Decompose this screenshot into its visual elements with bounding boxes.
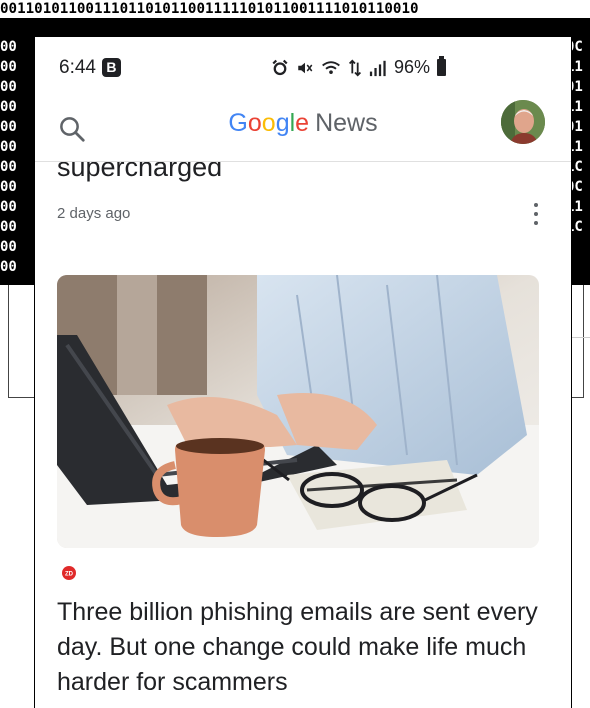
brand-letter: o xyxy=(261,109,276,137)
mute-icon xyxy=(298,62,313,73)
data-icon xyxy=(348,59,362,76)
brand-letter: e xyxy=(295,109,310,137)
battery-percent: 96% xyxy=(394,57,431,77)
more-options-icon[interactable] xyxy=(525,201,547,227)
brand-letter: o xyxy=(247,109,262,137)
phone-screen: 6:44 B 96% Google News supercharged 2 da… xyxy=(34,37,572,708)
status-bar: 6:44 B 96% xyxy=(35,37,571,97)
alarm-icon xyxy=(272,59,288,75)
binary-top-row: 0011010110011101101011001111101011001111… xyxy=(0,0,590,18)
zdnet-logo: ZD xyxy=(62,566,76,580)
article-photo xyxy=(57,275,539,548)
previous-article-timestamp: 2 days ago xyxy=(57,205,131,222)
brand-letter: G xyxy=(228,109,248,137)
clock: 6:44 xyxy=(59,57,96,78)
battery-icon xyxy=(437,56,447,76)
brand-letter: g xyxy=(275,109,290,137)
news-feed: supercharged 2 days ago ZD Three billion… xyxy=(35,152,571,708)
notification-badge: B xyxy=(101,58,121,77)
article-headline[interactable]: Three billion phishing emails are sent e… xyxy=(57,595,557,700)
wifi-icon xyxy=(322,60,340,74)
signal-icon xyxy=(369,60,386,76)
avatar-image xyxy=(501,100,545,144)
google-news-logo[interactable]: Google News xyxy=(35,109,571,138)
brand-suffix: News xyxy=(315,109,378,137)
article-image[interactable] xyxy=(57,275,539,548)
status-time: 6:44 B xyxy=(59,57,121,79)
svg-text:ZD: ZD xyxy=(65,572,74,578)
app-bar: Google News xyxy=(35,97,571,162)
account-avatar[interactable] xyxy=(501,100,545,144)
status-icons: 96% xyxy=(271,56,447,78)
